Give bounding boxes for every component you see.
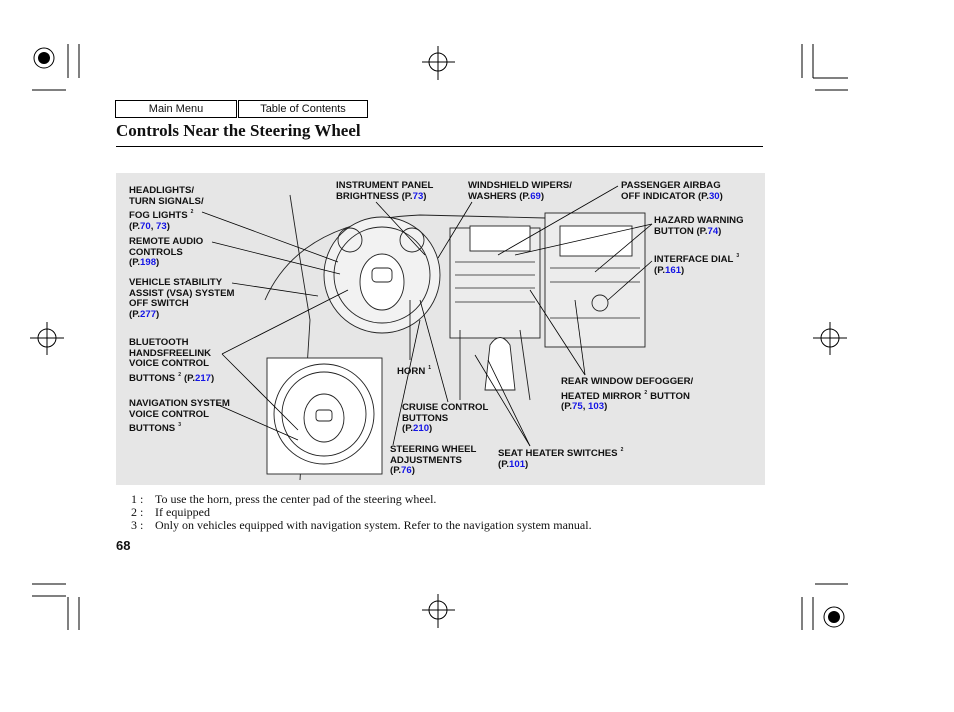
page-link[interactable]: 73 — [156, 221, 167, 232]
callout-text: BUTTONS — [129, 372, 176, 384]
page-prefix: (P. — [696, 225, 708, 237]
callout-hazard: HAZARD WARNING BUTTON (P.74) — [654, 215, 744, 237]
callout-text: BRIGHTNESS — [336, 190, 399, 202]
footnote-ref: 2 — [178, 371, 181, 378]
callout-text: CRUISE CONTROL — [402, 402, 489, 413]
page-link[interactable]: 161 — [665, 265, 681, 276]
footnote-ref: 2 — [190, 209, 194, 216]
callout-text: VOICE CONTROL — [129, 358, 209, 370]
page-prefix: (P. — [129, 220, 141, 232]
callout-text: VOICE CONTROL — [129, 408, 209, 420]
callout-text: HEADLIGHTS/ — [129, 185, 195, 196]
callout-text: HEATED MIRROR — [561, 390, 642, 402]
page-link[interactable]: 101 — [509, 459, 525, 470]
footnote-ref: 3 — [736, 253, 740, 259]
callout-text: REMOTE AUDIO — [129, 236, 204, 247]
callout-text: OFF INDICATOR — [621, 190, 696, 202]
page-prefix: (P. — [401, 190, 413, 202]
page-prefix: (P. — [402, 423, 414, 435]
page-link[interactable]: 74 — [708, 226, 719, 237]
page-prefix: (P. — [697, 190, 709, 202]
callout-text: BUTTON — [650, 390, 690, 402]
page-prefix: (P. — [519, 190, 531, 202]
footnote-text: Only on vehicles equipped with navigatio… — [155, 518, 592, 532]
callout-text: HORN — [397, 366, 426, 377]
page-number: 68 — [116, 538, 131, 553]
page-link[interactable]: 76 — [401, 465, 412, 476]
callout-instrument-brightness: INSTRUMENT PANEL BRIGHTNESS (P.73) — [336, 180, 434, 202]
callout-text: VEHICLE STABILITY — [129, 277, 223, 288]
callout-text: REAR WINDOW DEFOGGER/ — [561, 376, 694, 387]
callout-interface-dial: INTERFACE DIAL 3 (P.161) — [654, 253, 740, 276]
callout-airbag-indicator: PASSENGER AIRBAG OFF INDICATOR (P.30) — [621, 180, 723, 202]
callout-bluetooth: BLUETOOTH HANDSFREELINK VOICE CONTROL BU… — [129, 337, 215, 384]
page-prefix: (P. — [390, 465, 402, 477]
callout-text: NAVIGATION SYSTEM — [129, 398, 230, 409]
page-prefix: (P. — [561, 401, 573, 413]
page-link[interactable]: 198 — [140, 257, 156, 268]
callout-text: BLUETOOTH — [129, 337, 189, 348]
page-link[interactable]: 75 — [572, 401, 583, 412]
page-link[interactable]: 210 — [413, 423, 429, 434]
footnote-ref: 2 — [620, 447, 624, 453]
callout-text: TURN SIGNALS/ — [129, 195, 204, 207]
footnote-3: 3 : Only on vehicles equipped with naviga… — [131, 518, 592, 533]
page-link[interactable]: 73 — [413, 191, 424, 202]
callout-text: SEAT HEATER SWITCHES — [498, 448, 618, 459]
callout-wipers: WINDSHIELD WIPERS/ WASHERS (P.69) — [468, 180, 572, 202]
callout-remote-audio: REMOTE AUDIO CONTROLS (P.198) — [129, 236, 204, 269]
callout-defogger: REAR WINDOW DEFOGGER/ HEATED MIRROR 2 BUTT… — [561, 376, 694, 413]
callout-text: FOG LIGHTS — [129, 210, 188, 222]
footnote-number: 3 : — [131, 518, 144, 532]
footnote-ref: 1 — [428, 365, 432, 371]
callout-cruise: CRUISE CONTROL BUTTONS (P.210) — [402, 402, 489, 435]
callout-text: BUTTONS — [129, 423, 176, 435]
callout-text: WASHERS — [468, 190, 517, 202]
page-link[interactable]: 70 — [140, 221, 151, 232]
page-prefix: (P. — [498, 458, 510, 470]
page-prefix: (P. — [129, 308, 141, 320]
footnote-text: To use the horn, press the center pad of… — [155, 492, 437, 506]
callout-text: STEERING WHEEL — [390, 444, 477, 455]
page-link[interactable]: 103 — [588, 401, 604, 412]
callout-vsa: VEHICLE STABILITY ASSIST (VSA) SYSTEM OF… — [129, 277, 235, 320]
callout-navigation: NAVIGATION SYSTEM VOICE CONTROL BUTTONS 3 — [129, 398, 230, 435]
page-link[interactable]: 217 — [195, 373, 211, 384]
footnote-text: If equipped — [155, 505, 210, 519]
page-link[interactable]: 277 — [140, 309, 156, 320]
footnote-ref: 3 — [178, 422, 181, 429]
callout-headlights: HEADLIGHTS/ TURN SIGNALS/ FOG LIGHTS 2 (P… — [129, 185, 204, 232]
footnote-ref: 2 — [644, 389, 648, 396]
callout-seat-heater: SEAT HEATER SWITCHES 2 (P.101) — [498, 447, 624, 470]
callout-text: BUTTON — [654, 225, 694, 237]
callout-text: INTERFACE DIAL — [654, 254, 734, 265]
page-prefix: (P. — [129, 257, 141, 269]
callout-steering-adjustments: STEERING WHEEL ADJUSTMENTS (P.76) — [390, 444, 477, 477]
page-link[interactable]: 30 — [709, 191, 720, 202]
page-prefix: (P. — [654, 264, 666, 276]
page-link[interactable]: 69 — [530, 191, 541, 202]
callout-horn: HORN 1 — [397, 363, 434, 378]
page-prefix: (P. — [183, 372, 196, 384]
